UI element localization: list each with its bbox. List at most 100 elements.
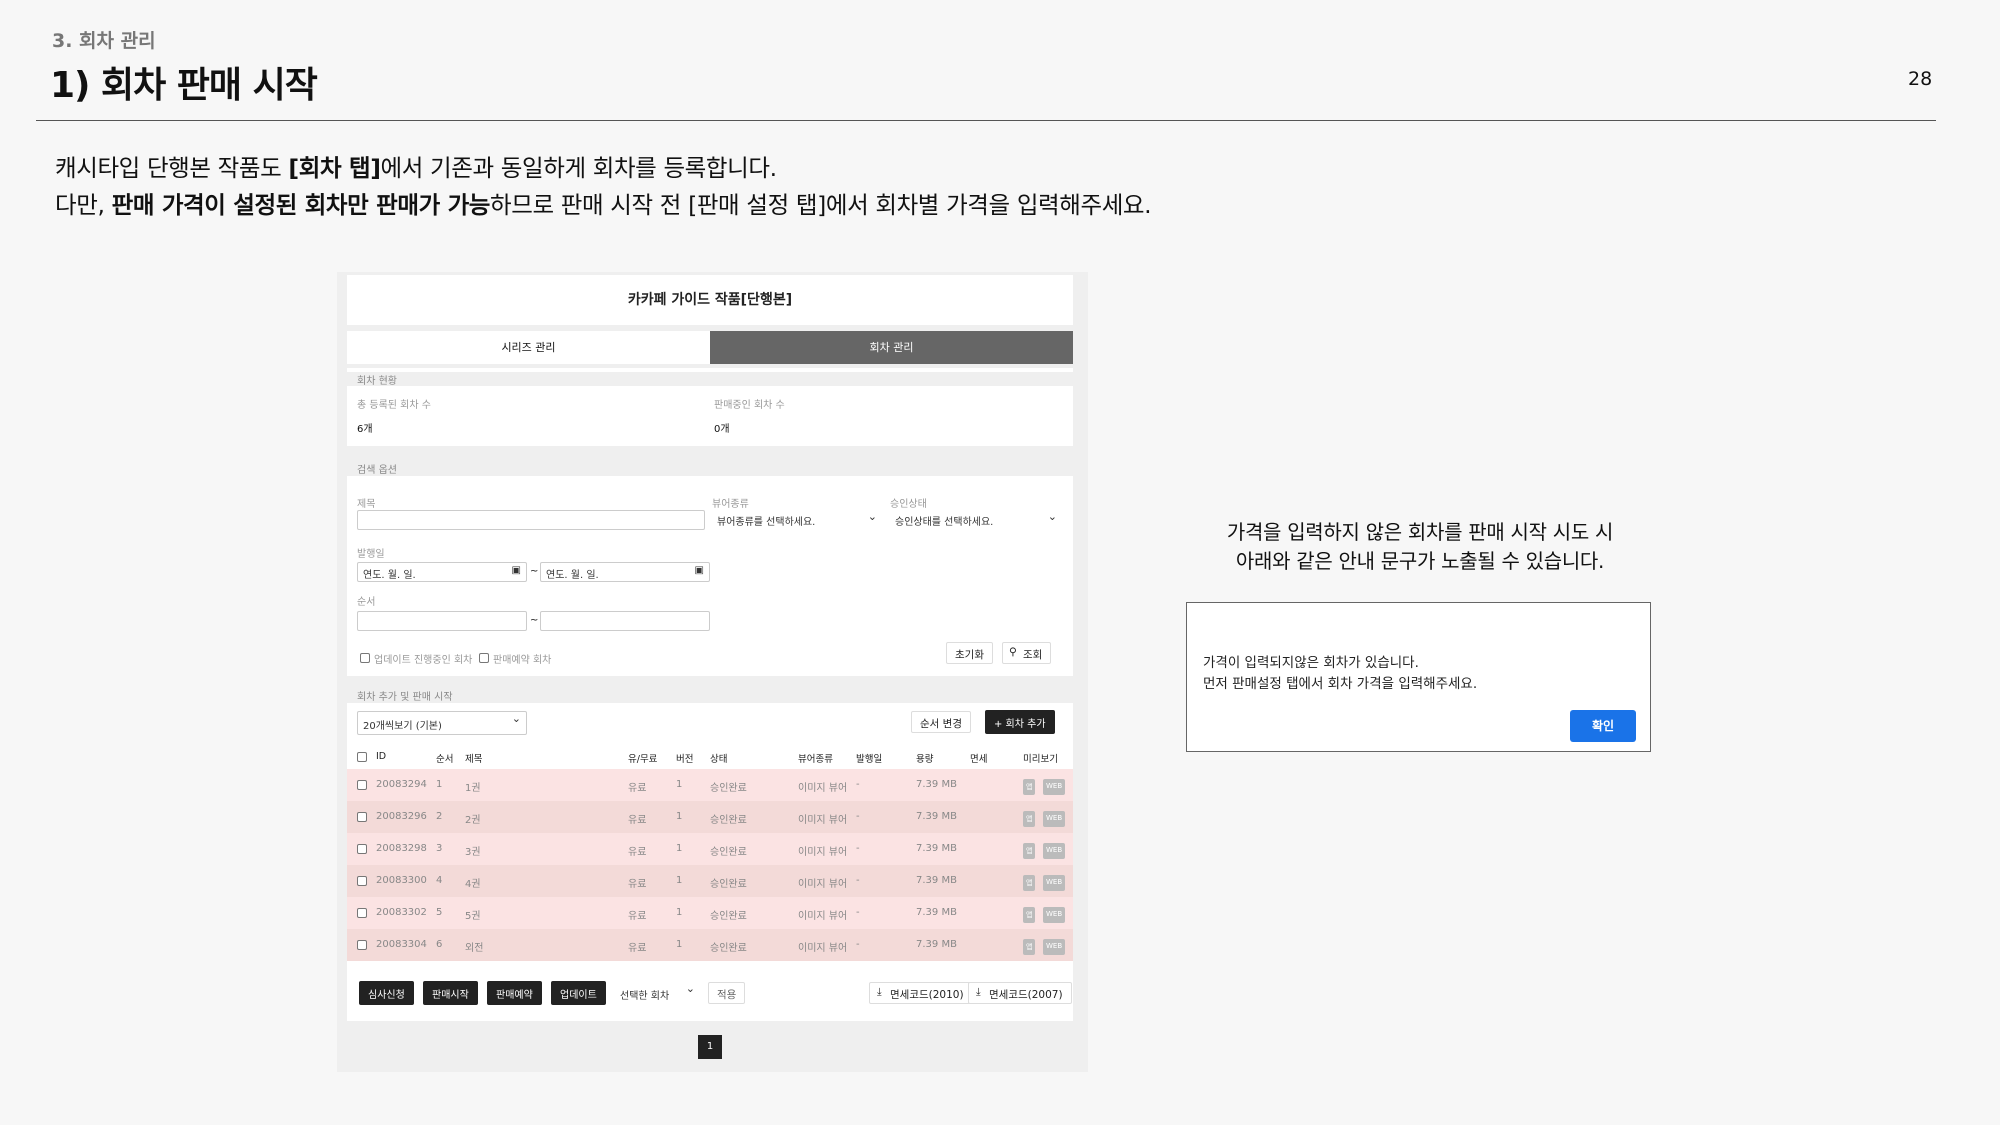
preview-app-button[interactable]: 앱 — [1023, 907, 1036, 923]
cell-status: 승인완료 — [710, 943, 747, 954]
apply-button[interactable]: 적용 — [708, 982, 746, 1004]
column-header: 미리보기 — [1023, 754, 1058, 765]
selected-episode-select[interactable]: 선택한 회차 — [615, 982, 700, 1006]
cell-ver: 1 — [676, 907, 683, 918]
preview-app-button[interactable]: 앱 — [1023, 779, 1036, 795]
cell-id: 20083296 — [376, 811, 427, 822]
reset-button[interactable]: 초기화 — [946, 642, 993, 664]
cell-title: 2권 — [465, 815, 481, 826]
search-button[interactable]: ⚲ 조회 — [1002, 642, 1052, 664]
update-check-label: 업데이트 진행중인 회차 — [374, 655, 473, 666]
reserve-sale-button[interactable]: 판매예약 — [487, 981, 542, 1005]
date-end-placeholder: 연도. 월. 일. — [546, 570, 599, 581]
cell-size: 7.39 MB — [916, 811, 957, 822]
title-input[interactable] — [357, 510, 705, 530]
list-title: 회차 추가 및 판매 시작 — [347, 685, 1073, 703]
table-row[interactable]: 20083302 5 5권 유료 1 승인완료 이미지 뷰어 - 7.39 MB 앱 WEB — [347, 897, 1073, 929]
cell-size: 7.39 MB — [916, 779, 957, 790]
row-checkbox[interactable] — [357, 844, 367, 854]
status-card: 회차 현황 총 등록된 회차 수 6개 판매중인 회차 수 0개 — [347, 368, 1073, 446]
row-checkbox[interactable] — [357, 908, 367, 918]
date-tilde: ~ — [530, 566, 539, 577]
preview-app-button[interactable]: 앱 — [1023, 875, 1036, 891]
order-end-input[interactable] — [540, 611, 710, 631]
update-button[interactable]: 업데이트 — [551, 981, 606, 1005]
reserve-checkbox[interactable] — [479, 653, 489, 663]
cell-id: 20083304 — [376, 939, 427, 950]
preview-web-button[interactable]: WEB — [1043, 811, 1066, 827]
calendar-icon[interactable]: ▣ — [512, 565, 521, 576]
viewer-select[interactable]: 뷰어종류를 선택하세요. — [712, 510, 882, 530]
preview-web-button[interactable]: WEB — [1043, 779, 1066, 795]
order-label: 순서 — [357, 597, 376, 608]
confirm-button[interactable]: 확인 — [1570, 710, 1636, 742]
review-request-button[interactable]: 심사신청 — [359, 981, 414, 1005]
search-card: 검색 옵션 제목 뷰어종류 뷰어종류를 선택하세요. 승인상태 승인상태를 선택… — [347, 458, 1073, 676]
table-row[interactable]: 20083294 1 1권 유료 1 승인완료 이미지 뷰어 - 7.39 MB 앱 WEB — [347, 769, 1073, 801]
dialog-line: 가격이 입력되지않은 회차가 있습니다. — [1203, 655, 1419, 671]
approval-select[interactable]: 승인상태를 선택하세요. — [890, 510, 1062, 530]
selling-label: 판매중인 회차 수 — [714, 400, 785, 411]
cell-paid: 유료 — [628, 847, 647, 858]
divider — [36, 120, 1936, 121]
desc-text: 하므로 판매 시작 전 [판매 설정 탭]에서 회차별 가격을 입력해주세요. — [490, 191, 1152, 219]
tab-episodes[interactable]: 회차 관리 — [710, 331, 1073, 364]
order-start-input[interactable] — [357, 611, 527, 631]
table-row[interactable]: 20083296 2 2권 유료 1 승인완료 이미지 뷰어 - 7.39 MB 앱 WEB — [347, 801, 1073, 833]
column-header: 순서 — [436, 754, 454, 765]
cell-title: 5권 — [465, 911, 481, 922]
row-checkbox[interactable] — [357, 780, 367, 790]
cell-order: 2 — [436, 811, 443, 822]
date-end-input[interactable]: 연도. 월. 일. ▣ — [540, 562, 710, 582]
search-title: 검색 옵션 — [347, 458, 1073, 476]
date-start-input[interactable]: 연도. 월. 일. ▣ — [357, 562, 527, 582]
preview-app-button[interactable]: 앱 — [1023, 843, 1036, 859]
tab-series[interactable]: 시리즈 관리 — [347, 331, 710, 364]
tab-bar: 시리즈 관리 회차 관리 — [347, 331, 1073, 364]
cell-paid: 유료 — [628, 815, 647, 826]
cell-id: 20083302 — [376, 907, 427, 918]
row-checkbox[interactable] — [357, 940, 367, 950]
cell-size: 7.39 MB — [916, 907, 957, 918]
order-change-button[interactable]: 순서 변경 — [911, 711, 971, 733]
cell-paid: 유료 — [628, 879, 647, 890]
tax-code-2010-button[interactable]: ⤓ 면세코드(2010) — [869, 982, 973, 1004]
preview-web-button[interactable]: WEB — [1043, 907, 1066, 923]
cell-size: 7.39 MB — [916, 875, 957, 886]
approval-label: 승인상태 — [890, 499, 927, 510]
select-all-checkbox[interactable] — [357, 752, 367, 762]
cell-title: 3권 — [465, 847, 481, 858]
cell-size: 7.39 MB — [916, 939, 957, 950]
reserve-check-label: 판매예약 회차 — [493, 655, 552, 666]
row-checkbox[interactable] — [357, 876, 367, 886]
update-checkbox[interactable] — [360, 653, 370, 663]
desc-text: 캐시타입 단행본 작품도 — [55, 154, 289, 182]
table-row[interactable]: 20083298 3 3권 유료 1 승인완료 이미지 뷰어 - 7.39 MB 앱 WEB — [347, 833, 1073, 865]
desc-text: 에서 기존과 동일하게 회차를 등록합니다. — [380, 154, 777, 182]
tax-code-2007-button[interactable]: ⤓ 면세코드(2007) — [968, 982, 1072, 1004]
add-episode-button[interactable]: + 회차 추가 — [985, 710, 1055, 734]
start-sale-button[interactable]: 판매시작 — [423, 981, 478, 1005]
preview-app-button[interactable]: 앱 — [1023, 811, 1036, 827]
cell-status: 승인완료 — [710, 815, 747, 826]
table-row[interactable]: 20083304 6 외전 유료 1 승인완료 이미지 뷰어 - 7.39 MB 앱 WEB — [347, 929, 1073, 961]
table-header: ID 순서 제목 유/무료 버전 상태 뷰어종류 발행일 용량 면세 미리보기 — [347, 743, 1073, 771]
preview-web-button[interactable]: WEB — [1043, 875, 1066, 891]
page-size-select[interactable]: 20개씩보기 (기본) — [357, 711, 527, 735]
column-header: 발행일 — [856, 754, 883, 765]
cell-date: - — [856, 779, 860, 790]
preview-web-button[interactable]: WEB — [1043, 843, 1066, 859]
note-text: 가격을 입력하지 않은 회차를 판매 시작 시도 시 아래와 같은 안내 문구가… — [1160, 518, 1680, 576]
list-card: 회차 추가 및 판매 시작 20개씩보기 (기본) 순서 변경 + 회차 추가 … — [347, 685, 1073, 1021]
cell-id: 20083294 — [376, 779, 427, 790]
row-checkbox[interactable] — [357, 812, 367, 822]
calendar-icon[interactable]: ▣ — [695, 565, 704, 576]
preview-app-button[interactable]: 앱 — [1023, 939, 1036, 955]
cell-ver: 1 — [676, 875, 683, 886]
cell-status: 승인완료 — [710, 847, 747, 858]
preview-web-button[interactable]: WEB — [1043, 939, 1066, 955]
cell-order: 6 — [436, 939, 443, 950]
pagination-page-1[interactable]: 1 — [698, 1035, 722, 1059]
table-row[interactable]: 20083300 4 4권 유료 1 승인완료 이미지 뷰어 - 7.39 MB 앱 WEB — [347, 865, 1073, 897]
desc-text: 다만, — [55, 191, 112, 219]
